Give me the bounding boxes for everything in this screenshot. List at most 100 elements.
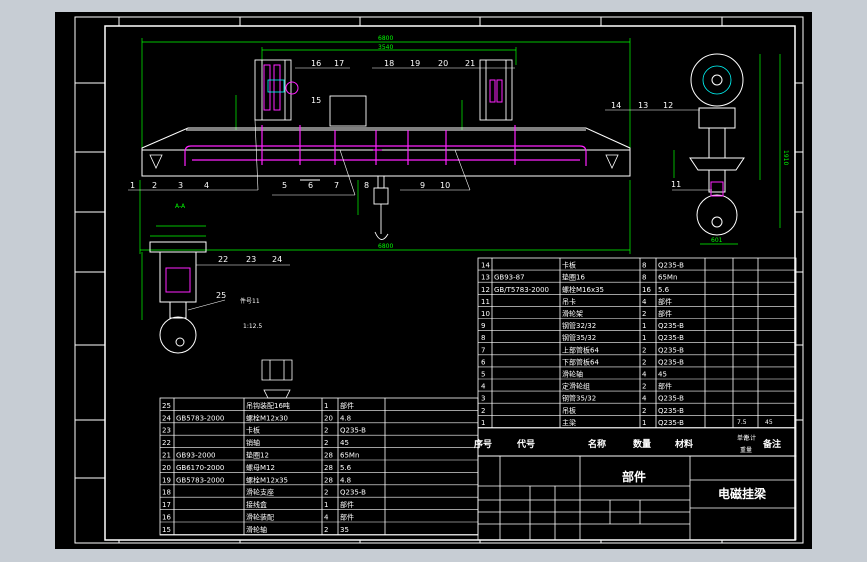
bom-cell-mat: Q235-B [658, 407, 684, 415]
bom-cell-mat: 45 [658, 371, 667, 379]
bom-cell-name: 吊卡 [562, 297, 576, 306]
dim-lower: 6800 [378, 243, 393, 250]
callout-7: 7 [334, 181, 339, 190]
callout-14: 14 [611, 101, 621, 110]
bom-cell-no: 1 [481, 419, 485, 427]
bom-cell-no: 8 [481, 334, 485, 342]
bom-cell-no: 9 [481, 322, 485, 330]
header-qty: 数量 [633, 438, 651, 450]
bom-cell-name: 接线盒 [246, 500, 267, 509]
bom-cell-qty: 2 [642, 358, 646, 366]
bom-cell-name: 卡板 [246, 426, 260, 435]
callout-17: 17 [334, 59, 344, 68]
bom-cell-qty: 2 [324, 526, 328, 534]
bom-cell-no: 6 [481, 358, 486, 366]
bom-cell-mat: Q235-B [658, 262, 684, 270]
bom-cell-mat: 5.6 [340, 464, 352, 472]
bom-cell-name: 卡板 [562, 261, 576, 270]
callout-24: 24 [272, 255, 282, 264]
bom-cell-no: 5 [481, 371, 485, 379]
callout-25: 25 [216, 291, 226, 300]
bom-cell-mat: 部件 [340, 500, 354, 509]
bom-cell-no: 18 [162, 489, 171, 497]
bom-cell-no: 23 [162, 427, 171, 435]
bom-cell-no: 24 [162, 414, 171, 422]
bom-cell-name: 销轴 [246, 438, 260, 447]
bom-cell-name: 螺母M12 [246, 463, 275, 472]
bom-cell-code: GB5783-2000 [176, 414, 224, 422]
callout-16: 16 [311, 59, 321, 68]
dim-overall: 6800 [378, 35, 393, 42]
bom-cell-name: 钢管35/32 [562, 333, 596, 342]
bom-cell-name: 滑轮装配 [246, 513, 274, 522]
bom-cell-name: 螺栓M12x30 [246, 413, 288, 422]
detail-note: 件号11 [240, 297, 260, 305]
callout-18: 18 [384, 59, 394, 68]
bom-cell-name: 垫圈12 [246, 451, 269, 460]
bom-cell-no: 7 [481, 346, 485, 354]
bom-cell-qty: 1 [324, 402, 328, 410]
bom-cell-no: 11 [481, 298, 490, 306]
bom-cell-no: 19 [162, 476, 171, 484]
bom-cell-no: 21 [162, 452, 171, 460]
bom-cell-mat: Q235-B [658, 334, 684, 342]
bom-cell-qty: 8 [642, 262, 646, 270]
bom-cell-mat: 部件 [340, 401, 354, 410]
bom-cell-mat: Q235-B [658, 322, 684, 330]
callout-20: 20 [438, 59, 448, 68]
label-weight: 重量 [740, 446, 752, 454]
bom-cell-mat: 部件 [658, 382, 672, 391]
bom-cell-qty: 8 [642, 274, 646, 282]
bom-cell-code: GB93-87 [494, 274, 525, 282]
bom-cell-qty: 4 [642, 371, 647, 379]
header-name: 名称 [588, 438, 606, 450]
bom-cell-mat: 65Mn [658, 274, 677, 282]
cad-drawing-canvas: 6800 3540 6800 1 2 3 4 5 6 7 8 9 10 15 1… [55, 12, 812, 549]
bom-cell-no: 3 [481, 395, 485, 403]
bom-cell-mat: Q235-B [340, 427, 366, 435]
bom-cell-no: 4 [481, 383, 486, 391]
bom-cell-code: GB6170-2000 [176, 464, 224, 472]
bom-cell-no: 2 [481, 407, 485, 415]
bom-cell-name: 滑轮架 [562, 309, 583, 318]
bom-cell-qty: 4 [324, 514, 329, 522]
bom-cell-code: GB93-2000 [176, 452, 215, 460]
bom-cell-name: 下部管板64 [562, 357, 599, 366]
bom-cell-qty: 2 [324, 427, 328, 435]
bom-cell-name: 主梁 [562, 418, 576, 427]
bom-cell-qty: 2 [642, 407, 646, 415]
bom-cell-mat: 65Mn [340, 452, 359, 460]
bom-cell-mat: Q235-B [658, 346, 684, 354]
bom-cell-name: 钢管32/32 [562, 321, 596, 330]
bom-cell-qty: 20 [324, 414, 333, 422]
weight-single-value: 7.5 [737, 419, 747, 426]
bom-cell-qty: 4 [642, 395, 647, 403]
callout-21: 21 [465, 59, 475, 68]
bom-cell-mat: 部件 [340, 513, 354, 522]
callout-10: 10 [440, 181, 450, 190]
bom-cell-name: 滑轮轴 [246, 525, 267, 534]
bom-cell-qty: 2 [324, 439, 328, 447]
callout-11: 11 [671, 180, 681, 189]
bom-cell-mat: 45 [340, 439, 349, 447]
bom-cell-mat: 5.6 [658, 286, 670, 294]
bom-cell-no: 22 [162, 439, 171, 447]
callout-6: 6 [308, 181, 313, 190]
bom-cell-name: 螺栓M12x35 [246, 475, 288, 484]
callout-22: 22 [218, 255, 228, 264]
weight-total-value: 45 [765, 419, 773, 426]
bom-cell-no: 16 [162, 514, 171, 522]
scale-note: 1:12.5 [243, 323, 262, 330]
bom-cell-no: 15 [162, 526, 171, 534]
dim-side-width: 601 [711, 237, 723, 244]
bom-cell-qty: 28 [324, 452, 333, 460]
bom-cell-mat: 部件 [658, 297, 672, 306]
bom-cell-name: 螺栓M16x35 [562, 285, 604, 294]
bom-cell-qty: 1 [324, 501, 328, 509]
bom-cell-mat: 4.8 [340, 414, 351, 422]
bom-cell-mat: Q235-B [658, 419, 684, 427]
bom-cell-name: 吊钩装配16吨 [246, 401, 290, 410]
header-seq: 序号 [474, 438, 492, 450]
callout-23: 23 [246, 255, 256, 264]
bom-cell-mat: 部件 [658, 309, 672, 318]
